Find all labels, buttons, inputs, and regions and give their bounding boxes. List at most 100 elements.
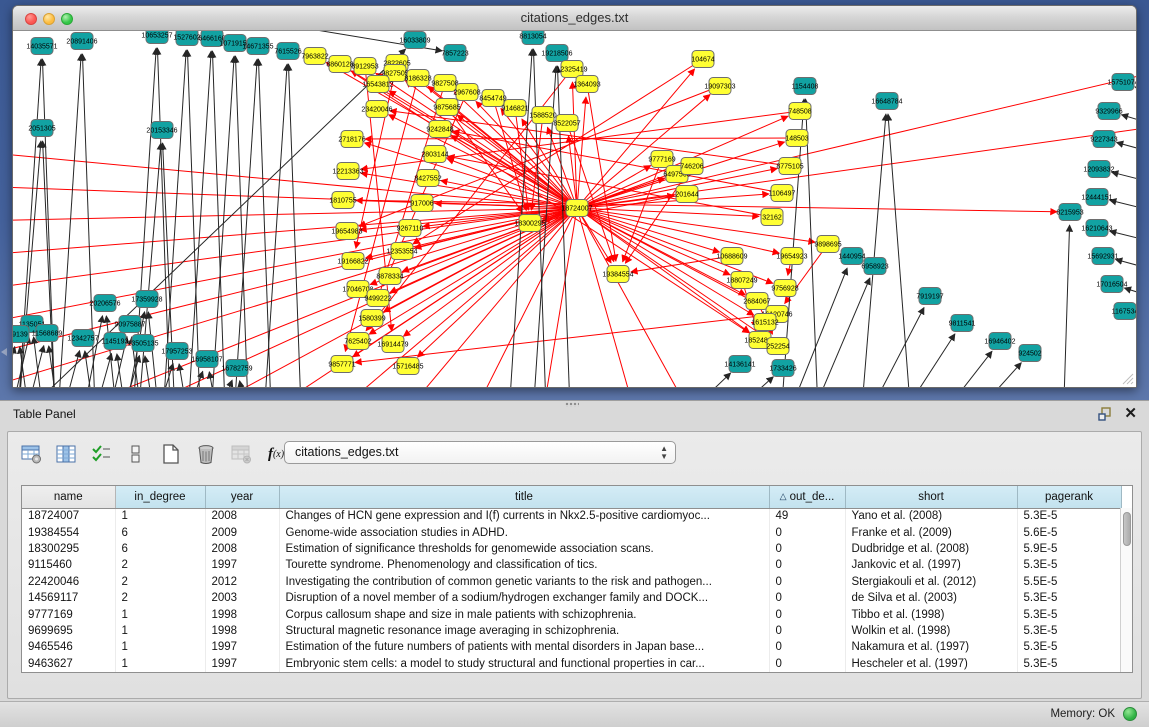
network-node[interactable]: 19654923: [776, 248, 807, 265]
table-cell[interactable]: 5.3E-5: [1017, 590, 1121, 606]
network-node[interactable]: 1810755: [329, 192, 356, 209]
network-node[interactable]: 8860128: [326, 56, 353, 73]
network-node[interactable]: 1615132: [751, 314, 778, 331]
table-cell[interactable]: 0: [769, 557, 845, 573]
citation-edge[interactable]: [343, 200, 1057, 212]
citation-edge[interactable]: [13, 347, 15, 387]
table-cell[interactable]: 18300295: [22, 541, 115, 557]
table-settings-icon[interactable]: [20, 443, 42, 465]
citation-edge[interactable]: [930, 351, 992, 387]
table-cell[interactable]: 5.3E-5: [1017, 623, 1121, 639]
table-cell[interactable]: 2: [115, 557, 205, 573]
panel-collapse-arrow[interactable]: [1, 348, 7, 356]
network-node[interactable]: 18807249: [726, 272, 757, 289]
citation-edge[interactable]: [417, 208, 577, 357]
table-cell[interactable]: 0: [769, 574, 845, 590]
network-node[interactable]: 19097303: [704, 78, 735, 95]
table-cell[interactable]: 14569117: [22, 590, 115, 606]
network-node[interactable]: 1145193: [102, 333, 129, 350]
network-node[interactable]: 2051305: [28, 120, 55, 137]
table-row[interactable]: 946554611997Estimation of the future num…: [22, 639, 1121, 655]
table-cell[interactable]: 5.5E-5: [1017, 574, 1121, 590]
citation-edge[interactable]: [577, 208, 749, 332]
network-node[interactable]: 7625402: [344, 333, 371, 350]
network-node[interactable]: 1440954: [838, 248, 865, 265]
delete-table-icon[interactable]: [195, 443, 217, 465]
table-cell[interactable]: 5.6E-5: [1017, 524, 1121, 540]
delete-column-icon[interactable]: [230, 443, 252, 465]
table-cell[interactable]: 19384554: [22, 524, 115, 540]
table-cell[interactable]: 1997: [205, 639, 279, 655]
table-row[interactable]: 977716911998Corpus callosum shape and si…: [22, 606, 1121, 622]
new-table-icon[interactable]: [160, 443, 182, 465]
citation-edge[interactable]: [187, 51, 211, 387]
network-node[interactable]: 14136141: [724, 356, 755, 373]
network-node[interactable]: 8186328: [404, 70, 431, 87]
network-node[interactable]: 9267110: [397, 220, 424, 237]
citation-edge[interactable]: [403, 208, 577, 336]
citation-edge[interactable]: [1121, 115, 1136, 127]
network-node[interactable]: 12444151: [1081, 189, 1112, 206]
network-node[interactable]: 8912953: [351, 58, 378, 75]
table-cell[interactable]: Tibbo et al. (1998): [845, 606, 1017, 622]
network-node[interactable]: 16946402: [984, 333, 1015, 350]
table-cell[interactable]: 9463627: [22, 656, 115, 672]
network-node[interactable]: 8427552: [414, 170, 441, 187]
network-node[interactable]: 1733426: [769, 360, 796, 377]
citation-edge[interactable]: [670, 373, 731, 387]
network-node[interactable]: 8878334: [376, 268, 403, 285]
table-cell[interactable]: Structural magnetic resonance image aver…: [279, 623, 769, 639]
network-node[interactable]: 9777169: [648, 151, 675, 168]
zoom-window-button[interactable]: [61, 13, 73, 25]
citation-edge[interactable]: [212, 380, 232, 387]
table-cell[interactable]: Corpus callosum shape and size in male p…: [279, 606, 769, 622]
network-node[interactable]: 19166822: [337, 253, 368, 270]
network-node[interactable]: 18300295: [514, 215, 545, 232]
network-node[interactable]: 917006: [410, 195, 433, 212]
citation-edge[interactable]: [577, 71, 1136, 208]
network-node[interactable]: 10653257: [141, 31, 172, 44]
network-node[interactable]: 19654983: [331, 223, 362, 240]
citation-edge[interactable]: [1110, 231, 1136, 244]
citation-edge[interactable]: [1063, 225, 1070, 387]
citation-edge[interactable]: [451, 135, 577, 208]
network-node[interactable]: 8775105: [776, 158, 803, 175]
network-node[interactable]: 8215953: [1056, 204, 1083, 221]
table-select-dropdown[interactable]: citations_edges.txt ▲▼: [284, 441, 676, 464]
citation-edge[interactable]: [567, 123, 614, 262]
network-node[interactable]: 9857771: [328, 356, 355, 373]
network-node[interactable]: 19218506: [541, 45, 572, 62]
table-cell[interactable]: Stergiakouli et al. (2012): [845, 574, 1017, 590]
network-node[interactable]: 10688609: [716, 248, 747, 265]
network-window-titlebar[interactable]: citations_edges.txt: [13, 6, 1136, 31]
network-node[interactable]: 924502: [1018, 345, 1041, 362]
citation-edge[interactable]: [1110, 200, 1136, 213]
window-resize-grip[interactable]: [1120, 371, 1134, 385]
citation-edge[interactable]: [892, 334, 955, 387]
network-node[interactable]: 15751074: [1107, 74, 1136, 91]
network-node[interactable]: 104674: [691, 51, 714, 68]
table-row[interactable]: 1456911722003Disruption of a novel membe…: [22, 590, 1121, 606]
network-node[interactable]: 11568689: [32, 325, 63, 342]
network-node[interactable]: 32162: [761, 209, 783, 226]
table-cell[interactable]: 1: [115, 639, 205, 655]
table-cell[interactable]: 0: [769, 639, 845, 655]
network-node[interactable]: 12342757: [67, 330, 98, 347]
table-cell[interactable]: Investigating the contribution of common…: [279, 574, 769, 590]
hub-network-node[interactable]: 18724007: [561, 200, 592, 217]
table-cell[interactable]: 2008: [205, 508, 279, 524]
table-cell[interactable]: 1998: [205, 623, 279, 639]
network-node[interactable]: 16648784: [871, 93, 902, 110]
network-node[interactable]: 6958923: [861, 258, 888, 275]
column-header-in_degree[interactable]: in_degree: [115, 486, 205, 508]
network-node[interactable]: 9898695: [814, 236, 841, 253]
network-node[interactable]: 90975887: [114, 316, 145, 333]
table-cell[interactable]: 9115460: [22, 557, 115, 573]
network-node[interactable]: 7857223: [441, 45, 468, 62]
network-node[interactable]: 16958107: [191, 351, 222, 368]
table-row[interactable]: 1830029562008Estimation of significance …: [22, 541, 1121, 557]
citation-edge[interactable]: [365, 138, 797, 139]
table-cell[interactable]: 9465546: [22, 639, 115, 655]
citation-edge[interactable]: [157, 48, 171, 387]
network-node[interactable]: 19384554: [602, 266, 633, 283]
